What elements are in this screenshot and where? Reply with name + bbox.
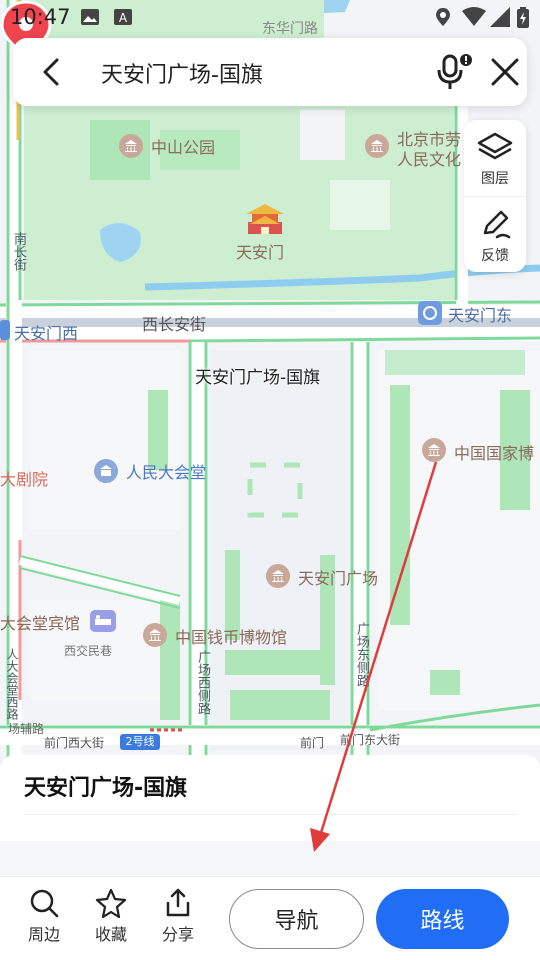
feedback-button[interactable]: 反馈 xyxy=(464,196,526,272)
feedback-label: 反馈 xyxy=(481,248,509,264)
map-label-theater: 大剧院 xyxy=(0,470,49,489)
map-label-great-hall-west: 人大会堂西路 xyxy=(5,648,19,720)
map-label-xijiaominxiang: 西交民巷 xyxy=(64,644,113,658)
route-button[interactable]: 路线 xyxy=(376,889,509,949)
nearby-button[interactable]: 周边 xyxy=(14,887,74,945)
voice-search-icon[interactable] xyxy=(433,52,473,92)
map-view[interactable]: 东华门路 中山公园 北京市劳 人民文化 南长街 天安门 天安门西 西长安街 天安… xyxy=(0,0,540,760)
map-label-zhongshan-park: 中山公园 xyxy=(151,138,216,157)
hotel-icon[interactable] xyxy=(90,610,116,632)
map-label-beijing-culture-2: 人民文化 xyxy=(397,150,462,169)
font-app-icon: A xyxy=(114,9,132,25)
share-label: 分享 xyxy=(161,925,194,944)
map-label-qianmen: 前门 xyxy=(300,736,325,750)
search-icon xyxy=(30,889,59,918)
pin-label: 天安门广场-国旗 xyxy=(195,368,321,388)
svg-text:A: A xyxy=(119,11,128,25)
metro-line-badge: 2号线 xyxy=(120,734,160,750)
layers-icon xyxy=(477,132,513,160)
subway-west-icon xyxy=(0,320,10,340)
status-bar: 10:47 A xyxy=(0,0,540,34)
map-label-money-museum: 中国钱币博物馆 xyxy=(175,628,288,647)
map-label-auxiliary: 场辅路 xyxy=(8,722,45,736)
map-label-qianmen-east: 前门东大街 xyxy=(340,733,401,747)
map-label-tiananmen: 天安门 xyxy=(236,243,285,262)
map-label-xichangan: 西长安街 xyxy=(142,315,207,334)
map-tools-panel: 图层 反馈 xyxy=(464,120,526,272)
map-label-qianmen-west: 前门西大街 xyxy=(44,736,105,750)
edit-pencil-icon xyxy=(483,210,511,239)
navigate-button[interactable]: 导航 xyxy=(229,889,364,949)
map-label-square-east-road: 广场东侧路 xyxy=(354,622,369,687)
battery-icon xyxy=(517,7,529,28)
poi-great-hall[interactable] xyxy=(94,459,118,483)
poi-zhongshan-park[interactable] xyxy=(119,134,143,158)
nearby-label: 周边 xyxy=(27,925,60,944)
map-label-square-west-road: 广场西侧路 xyxy=(195,650,210,715)
poi-square[interactable] xyxy=(266,564,290,588)
place-title: 天安门广场-国旗 xyxy=(24,776,188,801)
gallery-icon xyxy=(81,9,99,25)
favorite-label: 收藏 xyxy=(94,925,127,944)
layers-button[interactable]: 图层 xyxy=(464,120,526,196)
tiananmen-gate-icon[interactable] xyxy=(244,200,286,236)
sheet-footer-area xyxy=(0,841,540,876)
map-label-guesthouse: 大会堂宾馆 xyxy=(0,614,81,633)
status-time: 10:47 xyxy=(10,5,71,29)
close-icon[interactable] xyxy=(487,54,523,90)
poi-money-museum[interactable] xyxy=(143,623,167,647)
signal-icon xyxy=(490,7,510,27)
location-icon xyxy=(436,8,450,26)
map-label-square: 天安门广场 xyxy=(298,569,379,588)
search-query[interactable]: 天安门广场-国旗 xyxy=(101,57,263,89)
museum-icon xyxy=(371,140,383,152)
back-arrow-icon[interactable] xyxy=(35,54,71,90)
search-bar[interactable]: 天安门广场-国旗 xyxy=(13,38,527,106)
museum-icon xyxy=(428,444,440,456)
map-label-great-hall: 人民大会堂 xyxy=(126,463,207,482)
share-button[interactable]: 分享 xyxy=(148,887,208,945)
action-bar: 周边 收藏 分享 导航 路线 xyxy=(0,876,540,960)
divider xyxy=(24,814,516,815)
map-label-tiananmen-east: 天安门东 xyxy=(448,306,513,325)
museum-icon xyxy=(272,570,284,582)
layers-label: 图层 xyxy=(481,171,509,187)
museum-icon xyxy=(149,629,161,641)
map-label-tiananmen-west: 天安门西 xyxy=(14,324,79,343)
poi-national-museum[interactable] xyxy=(422,438,446,462)
subway-east-icon[interactable] xyxy=(418,301,442,325)
map-label-nanchang: 南长街 xyxy=(11,232,26,271)
museum-icon xyxy=(125,140,137,152)
favorite-button[interactable]: 收藏 xyxy=(81,887,141,945)
poi-culture-palace[interactable] xyxy=(365,134,389,158)
gov-building-icon xyxy=(100,465,112,476)
share-icon xyxy=(166,888,190,917)
star-icon xyxy=(95,888,127,919)
wifi-icon xyxy=(462,7,486,26)
map-label-national-museum: 中国国家博 xyxy=(454,444,535,463)
